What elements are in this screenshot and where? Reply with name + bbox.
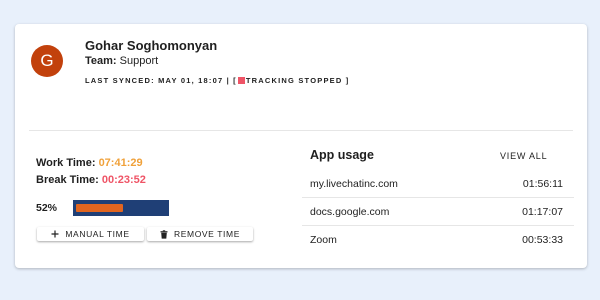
section-divider bbox=[29, 130, 573, 131]
remove-time-button[interactable]: REMOVE TIME bbox=[147, 227, 253, 241]
avatar-initial: G bbox=[40, 51, 54, 70]
progress-bar bbox=[73, 200, 169, 216]
break-time-label: Break Time: bbox=[36, 174, 99, 186]
work-time-value: 07:41:29 bbox=[98, 157, 143, 169]
team-value: Support bbox=[119, 55, 159, 67]
break-time-line: Break Time: 00:23:52 bbox=[36, 174, 146, 186]
progress-bar-fill bbox=[76, 204, 123, 212]
status-square-icon bbox=[237, 77, 245, 84]
app-name: my.livechatinc.com bbox=[310, 177, 398, 190]
remove-time-label: REMOVE TIME bbox=[174, 229, 240, 239]
work-time-label: Work Time: bbox=[36, 157, 96, 169]
view-all-button[interactable]: VIEW ALL bbox=[500, 151, 547, 161]
break-time-value: 00:23:52 bbox=[101, 174, 146, 186]
app-name: Zoom bbox=[310, 234, 337, 246]
team-label: Team: bbox=[85, 55, 117, 67]
work-time-line: Work Time: 07:41:29 bbox=[36, 157, 143, 169]
tracking-status-text: TRACKING STOPPED ] bbox=[245, 76, 350, 85]
app-duration: 01:56:11 bbox=[522, 177, 563, 190]
app-name: docs.google.com bbox=[310, 205, 390, 218]
app-usage-row: docs.google.com 01:17:07 bbox=[302, 198, 574, 226]
app-duration: 01:17:07 bbox=[522, 205, 563, 218]
manual-time-label: MANUAL TIME bbox=[65, 229, 130, 239]
app-usage-row: Zoom 00:53:33 bbox=[302, 226, 574, 254]
progress-percent: 52% bbox=[36, 202, 58, 214]
sync-status-line: LAST SYNCED: MAY 01, 18:07 | [ TRACKING … bbox=[85, 76, 349, 85]
trash-icon bbox=[160, 229, 168, 239]
manual-time-button[interactable]: MANUAL TIME bbox=[37, 227, 144, 241]
app-usage-title: App usage bbox=[310, 148, 374, 162]
app-usage-row: my.livechatinc.com 01:56:11 bbox=[302, 170, 574, 198]
last-synced-text: LAST SYNCED: MAY 01, 18:07 | [ bbox=[85, 76, 237, 85]
app-duration: 00:53:33 bbox=[522, 234, 563, 246]
team-line: Team: Support bbox=[85, 55, 158, 67]
user-activity-card: G Gohar Soghomonyan Team: Support LAST S… bbox=[15, 24, 587, 268]
plus-icon bbox=[51, 230, 59, 238]
user-name: Gohar Soghomonyan bbox=[85, 38, 218, 53]
avatar: G bbox=[31, 45, 63, 77]
